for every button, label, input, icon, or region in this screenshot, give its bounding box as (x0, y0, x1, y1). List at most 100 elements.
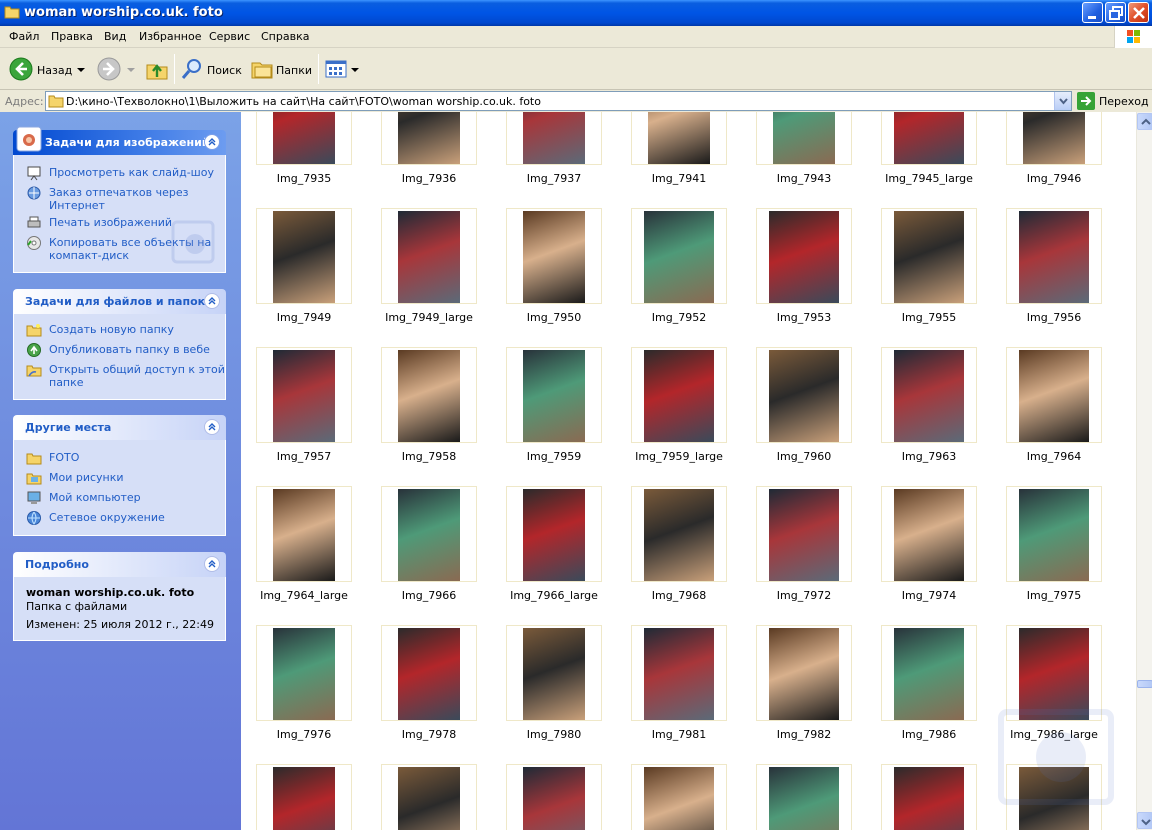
file-name-label[interactable]: Img_7950 (484, 311, 624, 324)
file-name-label[interactable]: Img_7958 (359, 450, 499, 463)
thumbnail[interactable] (506, 486, 602, 582)
collapse-button[interactable] (204, 556, 220, 572)
file-name-label[interactable]: Img_7960 (734, 450, 874, 463)
other-places-header[interactable]: Другие места (13, 415, 226, 440)
thumbnail[interactable] (881, 347, 977, 443)
go-button[interactable]: Переход (1077, 92, 1149, 110)
thumbnail[interactable] (756, 208, 852, 304)
file-name-label[interactable]: Img_7986 (859, 728, 999, 741)
thumbnail[interactable] (631, 764, 727, 830)
file-name-label[interactable]: Img_7956 (984, 311, 1124, 324)
file-name-label[interactable]: Img_7945_large (859, 172, 999, 185)
file-name-label[interactable]: Img_7968 (609, 589, 749, 602)
thumbnail[interactable] (256, 347, 352, 443)
file-name-label[interactable]: Img_7976 (241, 728, 374, 741)
scroll-thumb[interactable] (1137, 680, 1152, 688)
collapse-button[interactable] (204, 293, 220, 309)
views-button[interactable] (323, 52, 359, 86)
thumbnail[interactable] (1006, 112, 1102, 165)
search-button[interactable]: Поиск (178, 52, 244, 86)
thumbnail[interactable] (506, 112, 602, 165)
thumbnail[interactable] (381, 347, 477, 443)
details-header[interactable]: Подробно (13, 552, 226, 577)
file-view[interactable]: Img_7935 Img_7936 Img_7937 Img_7941 Img_7943… (241, 112, 1136, 830)
scroll-up-button[interactable] (1137, 113, 1152, 130)
file-name-label[interactable]: Img_7952 (609, 311, 749, 324)
thumbnail[interactable] (631, 625, 727, 721)
title-bar[interactable]: woman worship.co.uk. foto (0, 0, 1152, 26)
file-name-label[interactable]: Img_7959 (484, 450, 624, 463)
file-name-label[interactable]: Img_7946 (984, 172, 1124, 185)
thumbnail[interactable] (881, 764, 977, 830)
thumbnail[interactable] (881, 625, 977, 721)
vertical-scrollbar[interactable] (1136, 112, 1152, 830)
forward-button[interactable] (94, 52, 136, 86)
up-folder-button[interactable] (143, 52, 171, 86)
file-name-label[interactable]: Img_7943 (734, 172, 874, 185)
collapse-button[interactable] (204, 419, 220, 435)
file-name-label[interactable]: Img_7949 (241, 311, 374, 324)
thumbnail[interactable] (256, 208, 352, 304)
file-name-label[interactable]: Img_7964 (984, 450, 1124, 463)
thumbnail[interactable] (756, 764, 852, 830)
thumbnail[interactable] (631, 112, 727, 165)
file-name-label[interactable]: Img_7949_large (359, 311, 499, 324)
file-name-label[interactable]: Img_7957 (241, 450, 374, 463)
thumbnail[interactable] (881, 208, 977, 304)
file-name-label[interactable]: Img_7972 (734, 589, 874, 602)
file-name-label[interactable]: Img_7978 (359, 728, 499, 741)
thumbnail[interactable] (881, 486, 977, 582)
thumbnail[interactable] (756, 486, 852, 582)
file-name-label[interactable]: Img_7935 (241, 172, 374, 185)
menu-edit[interactable]: Правка (51, 30, 93, 43)
file-name-label[interactable]: Img_7937 (484, 172, 624, 185)
file-name-label[interactable]: Img_7974 (859, 589, 999, 602)
menu-view[interactable]: Вид (104, 30, 126, 43)
file-name-label[interactable]: Img_7963 (859, 450, 999, 463)
thumbnail[interactable] (631, 486, 727, 582)
file-name-label[interactable]: Img_7955 (859, 311, 999, 324)
minimize-button[interactable] (1082, 2, 1103, 23)
thumbnail[interactable] (506, 625, 602, 721)
menu-favorites[interactable]: Избранное (139, 30, 201, 43)
address-field[interactable]: D:\кино-\Техволокно\1\Выложить на сайт\Н… (45, 91, 1072, 111)
file-name-label[interactable]: Img_7982 (734, 728, 874, 741)
thumbnail[interactable] (756, 112, 852, 165)
file-name-label[interactable]: Img_7966 (359, 589, 499, 602)
file-name-label[interactable]: Img_7959_large (609, 450, 749, 463)
file-name-label[interactable]: Img_7980 (484, 728, 624, 741)
thumbnail[interactable] (756, 347, 852, 443)
thumbnail[interactable] (381, 112, 477, 165)
folders-button[interactable]: Папки (248, 52, 314, 86)
thumbnail[interactable] (256, 764, 352, 830)
file-name-label[interactable]: Img_7953 (734, 311, 874, 324)
thumbnail[interactable] (631, 347, 727, 443)
thumbnail[interactable] (506, 764, 602, 830)
thumbnail[interactable] (381, 486, 477, 582)
image-tasks-header[interactable]: Задачи для изображений (13, 126, 226, 155)
file-name-label[interactable]: Img_7975 (984, 589, 1124, 602)
collapse-button[interactable] (204, 134, 220, 150)
thumbnail[interactable] (756, 625, 852, 721)
thumbnail[interactable] (256, 112, 352, 165)
thumbnail[interactable] (1006, 347, 1102, 443)
file-tasks-header[interactable]: Задачи для файлов и папок (13, 289, 226, 314)
file-name-label[interactable]: Img_7941 (609, 172, 749, 185)
thumbnail[interactable] (506, 347, 602, 443)
thumbnail[interactable] (881, 112, 977, 165)
menu-file[interactable]: Файл (9, 30, 39, 43)
thumbnail[interactable] (381, 208, 477, 304)
thumbnail[interactable] (381, 764, 477, 830)
thumbnail[interactable] (1006, 486, 1102, 582)
thumbnail[interactable] (256, 486, 352, 582)
thumbnail[interactable] (381, 625, 477, 721)
scroll-down-button[interactable] (1137, 812, 1152, 829)
thumbnail[interactable] (256, 625, 352, 721)
file-name-label[interactable]: Img_7981 (609, 728, 749, 741)
close-button[interactable] (1128, 2, 1149, 23)
file-name-label[interactable]: Img_7936 (359, 172, 499, 185)
thumbnail[interactable] (506, 208, 602, 304)
menu-help[interactable]: Справка (261, 30, 309, 43)
file-name-label[interactable]: Img_7966_large (484, 589, 624, 602)
thumbnail[interactable] (631, 208, 727, 304)
